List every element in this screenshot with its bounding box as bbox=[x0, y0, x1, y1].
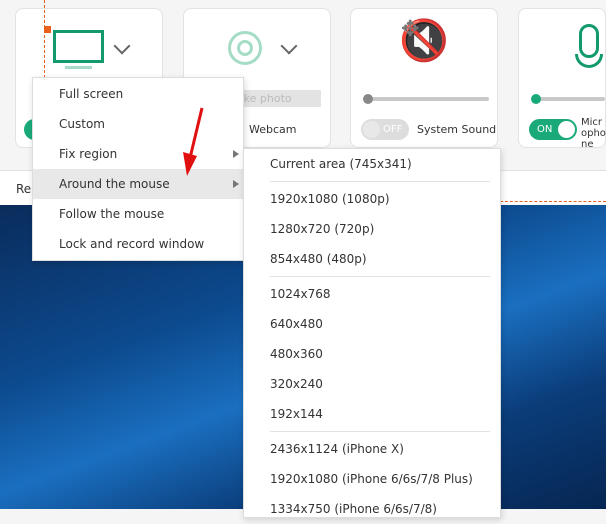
microphone-card: ON Microphone bbox=[518, 8, 606, 150]
red-arrow-annotation bbox=[183, 107, 204, 176]
menu-item-follow-the-mouse[interactable]: Follow the mouse bbox=[33, 199, 243, 229]
chevron-down-icon[interactable] bbox=[113, 37, 131, 55]
submenu-item[interactable]: 1024x768 bbox=[244, 279, 500, 309]
chevron-down-icon[interactable] bbox=[280, 37, 298, 55]
region-guide-horizontal bbox=[500, 201, 606, 202]
divider bbox=[270, 181, 490, 182]
submenu-item[interactable]: Current area (745x341) bbox=[244, 149, 500, 179]
region-guide-vertical bbox=[44, 0, 45, 78]
submenu-item[interactable]: 854x480 (480p) bbox=[244, 244, 500, 274]
system-sound-card: 🔇 ✥ OFF System Sound bbox=[350, 8, 498, 148]
submenu-item[interactable]: 1280x720 (720p) bbox=[244, 214, 500, 244]
monitor-stand bbox=[65, 66, 92, 69]
submenu-item[interactable]: 1920x1080 (1080p) bbox=[244, 184, 500, 214]
record-label: Re bbox=[16, 182, 32, 196]
submenu-item[interactable]: 1334x750 (iPhone 6/6s/7/8) bbox=[244, 494, 500, 524]
resolution-submenu: Current area (745x341) 1920x1080 (1080p)… bbox=[243, 148, 501, 518]
submenu-item[interactable]: 192x144 bbox=[244, 399, 500, 429]
submenu-arrow-icon bbox=[233, 150, 239, 158]
webcam-icon[interactable] bbox=[228, 31, 262, 65]
divider bbox=[270, 431, 490, 432]
submenu-arrow-icon bbox=[233, 180, 239, 188]
submenu-item[interactable]: 320x240 bbox=[244, 369, 500, 399]
webcam-label: Webcam bbox=[249, 123, 297, 136]
microphone-toggle[interactable]: ON bbox=[529, 119, 577, 140]
submenu-item[interactable]: 2436x1124 (iPhone X) bbox=[244, 434, 500, 464]
system-sound-label: System Sound bbox=[417, 123, 497, 136]
microphone-stand bbox=[575, 54, 603, 68]
monitor-icon[interactable] bbox=[53, 30, 104, 63]
submenu-item[interactable]: 480x360 bbox=[244, 339, 500, 369]
move-cursor-icon: ✥ bbox=[401, 17, 420, 42]
microphone-volume-slider[interactable] bbox=[531, 94, 605, 104]
submenu-item[interactable]: 1920x1080 (iPhone 6/6s/7/8 Plus) bbox=[244, 464, 500, 494]
submenu-item[interactable]: 640x480 bbox=[244, 309, 500, 339]
menu-item-lock-window[interactable]: Lock and record window bbox=[33, 229, 243, 259]
system-sound-volume-slider[interactable] bbox=[363, 94, 489, 104]
microphone-label: Microphone bbox=[581, 117, 606, 150]
microphone-icon[interactable] bbox=[579, 24, 599, 58]
system-sound-toggle[interactable]: OFF bbox=[361, 119, 409, 140]
region-handle[interactable] bbox=[44, 26, 51, 33]
divider bbox=[270, 276, 490, 277]
